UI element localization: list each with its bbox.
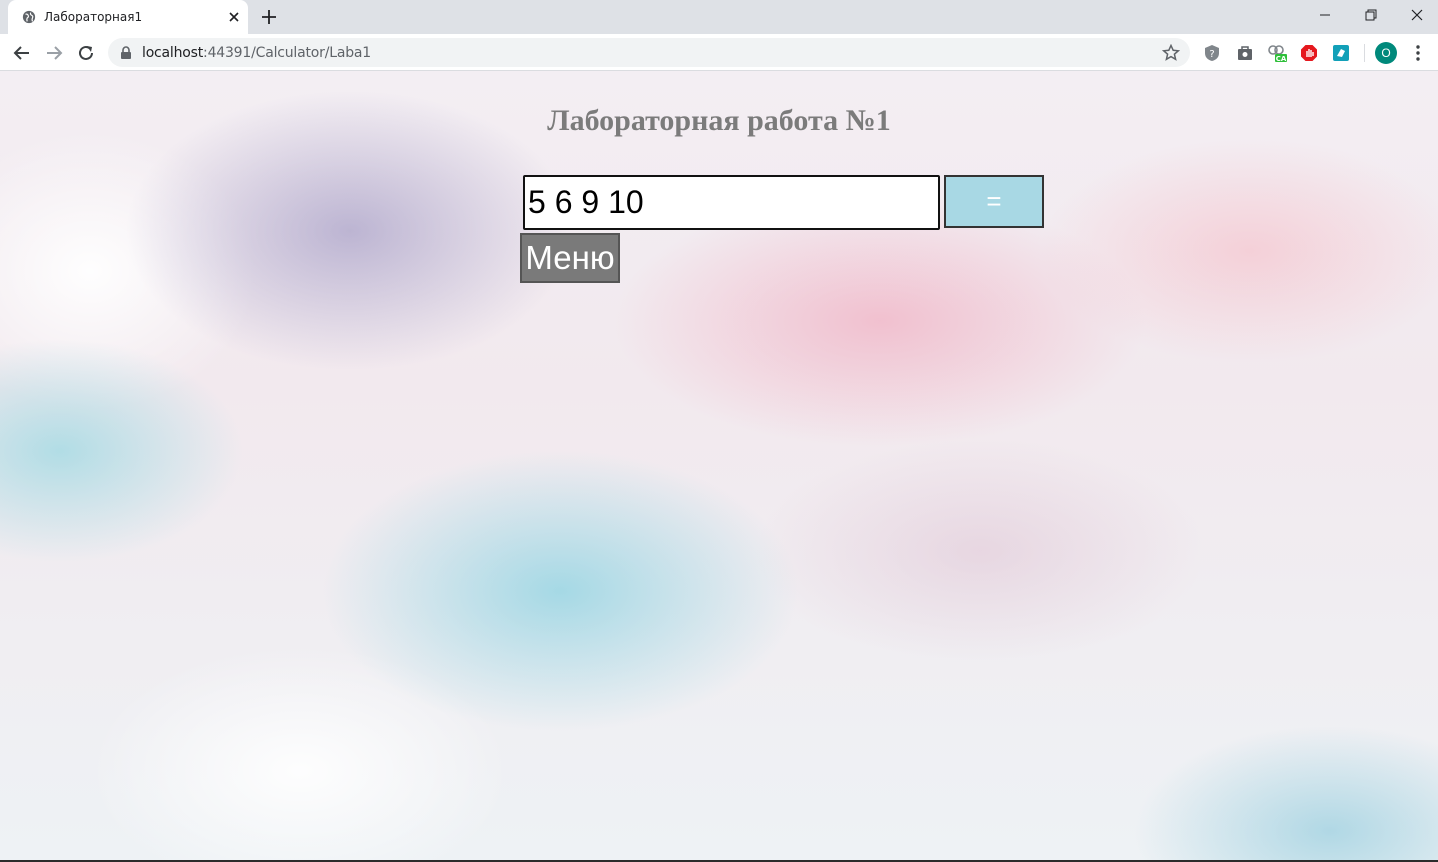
close-icon [1411,9,1423,21]
page-title: Лабораторная работа №1 [547,104,891,137]
restore-icon [1365,9,1377,21]
close-window-button[interactable] [1394,0,1438,30]
extension-translate[interactable]: CA [1267,43,1287,63]
address-bar[interactable]: localhost:44391/Calculator/Laba1 [108,38,1190,67]
stop-hand-icon [1301,45,1317,61]
browser-toolbar: localhost:44391/Calculator/Laba1 ? CA O [0,34,1438,71]
back-button[interactable] [9,40,35,66]
shield-question-icon: ? [1205,45,1219,61]
extension-shield[interactable]: ? [1202,43,1222,63]
shopping-bag-icon [1238,46,1252,60]
tab-strip: Лабораторная1 [0,0,1438,34]
extension-app-icon [1333,45,1349,61]
arrow-right-icon [47,46,63,60]
extension-badge: CA [1276,55,1287,63]
minimize-icon [1320,14,1330,16]
more-menu-icon[interactable] [1408,42,1428,64]
bookmark-star-icon[interactable] [1162,44,1180,62]
svg-text:?: ? [1209,49,1214,60]
minimize-button[interactable] [1302,0,1348,30]
reload-icon [79,45,93,60]
profile-avatar[interactable]: O [1375,42,1397,64]
url-host: localhost [142,45,204,61]
extension-teal[interactable] [1331,43,1351,63]
url-text[interactable]: localhost:44391/Calculator/Laba1 [142,45,371,61]
globe-icon [22,10,36,24]
reload-button[interactable] [73,40,99,66]
restore-button[interactable] [1348,0,1394,30]
link-chain-icon: CA [1268,45,1287,63]
tab-title: Лабораторная1 [44,10,143,24]
forward-button[interactable] [41,40,67,66]
close-tab-icon[interactable] [226,9,242,25]
new-tab-icon[interactable] [258,6,280,28]
page-viewport: Лабораторная работа №1 = Меню [0,71,1438,860]
extension-bag[interactable] [1235,43,1255,63]
browser-tab[interactable]: Лабораторная1 [8,0,248,34]
toolbar-divider [1364,44,1365,62]
url-path: :44391/Calculator/Laba1 [203,45,371,61]
menu-button[interactable]: Меню [520,233,620,283]
lock-icon[interactable] [120,46,132,59]
arrow-left-icon [13,46,29,60]
numbers-input[interactable] [523,175,940,230]
equals-button[interactable]: = [944,175,1044,228]
extension-adblock[interactable] [1299,43,1319,63]
